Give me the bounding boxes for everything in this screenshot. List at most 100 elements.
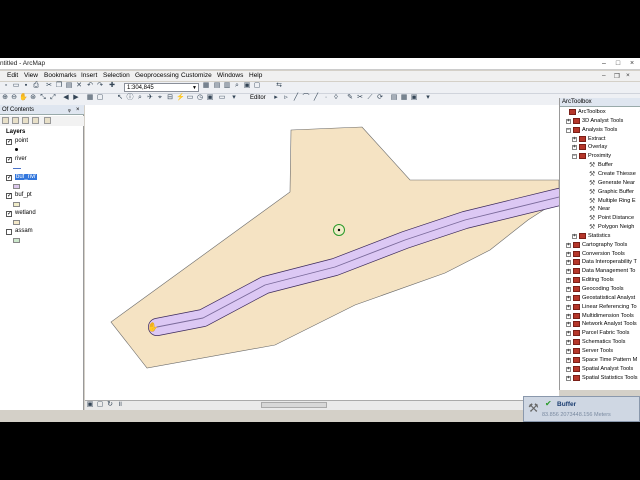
- catalog-icon[interactable]: ▥: [223, 82, 231, 90]
- pause-drawing-icon[interactable]: ॥: [116, 401, 124, 409]
- expand-icon[interactable]: +: [566, 357, 571, 363]
- layer-checkbox[interactable]: ✓: [6, 193, 12, 199]
- menu-selection[interactable]: Selection: [103, 72, 130, 79]
- list-by-drawing-order-icon[interactable]: [2, 117, 9, 124]
- map-canvas[interactable]: ✋: [85, 105, 559, 400]
- expand-icon[interactable]: +: [566, 340, 571, 346]
- expand-icon[interactable]: +: [572, 145, 577, 151]
- find-icon[interactable]: ⌕: [136, 94, 144, 102]
- list-by-source-icon[interactable]: [12, 117, 19, 124]
- expand-icon[interactable]: +: [572, 136, 577, 142]
- select-elements-icon[interactable]: ↖: [116, 94, 124, 102]
- full-extent-icon[interactable]: ⊛: [29, 94, 37, 102]
- menu-insert[interactable]: Insert: [81, 72, 97, 79]
- point-icon[interactable]: ·: [322, 94, 330, 102]
- arctoolbox-icon[interactable]: ▣: [243, 82, 251, 90]
- reshape-icon[interactable]: ✎: [346, 94, 354, 102]
- expand-icon[interactable]: +: [566, 322, 571, 328]
- layer-checkbox[interactable]: ✓: [6, 211, 12, 217]
- edit-annotation-icon[interactable]: ▹: [282, 94, 290, 102]
- print-icon[interactable]: ⎙: [32, 82, 40, 90]
- expand-icon[interactable]: +: [572, 233, 577, 239]
- redo-icon[interactable]: ↷: [96, 82, 104, 90]
- search-window-icon[interactable]: ⌕: [233, 82, 241, 90]
- trace-icon[interactable]: ╱: [312, 94, 320, 102]
- expand-icon[interactable]: +: [566, 278, 571, 284]
- open-icon[interactable]: ▭: [12, 82, 20, 90]
- end-point-arc-icon[interactable]: ⌒: [302, 94, 310, 102]
- maximize-icon[interactable]: □: [611, 58, 625, 69]
- rotate-icon[interactable]: ⟳: [376, 94, 384, 102]
- edit-tool-icon[interactable]: ▸: [272, 94, 280, 102]
- expand-icon[interactable]: +: [566, 366, 571, 372]
- close-icon[interactable]: ×: [625, 58, 639, 69]
- layer-name[interactable]: wetland: [15, 210, 36, 216]
- menu-windows[interactable]: Windows: [217, 72, 243, 79]
- map-tips-icon[interactable]: ▭: [218, 94, 226, 102]
- expand-icon[interactable]: +: [566, 242, 571, 248]
- delete-icon[interactable]: ✕: [75, 82, 83, 90]
- layer-name[interactable]: assam: [15, 228, 33, 234]
- expand-icon[interactable]: +: [566, 348, 571, 354]
- layer-name[interactable]: buf_rivr: [15, 174, 38, 180]
- find-route-icon[interactable]: ✈: [146, 94, 154, 102]
- cut-icon[interactable]: ✂: [45, 82, 53, 90]
- cut-polygons-icon[interactable]: ✂: [356, 94, 364, 102]
- create-viewer-icon[interactable]: ▣: [206, 94, 214, 102]
- menu-help[interactable]: Help: [249, 72, 262, 79]
- new-map-icon[interactable]: ▫: [2, 82, 10, 90]
- list-by-visibility-icon[interactable]: [22, 117, 29, 124]
- collapse-icon[interactable]: −: [572, 154, 577, 160]
- close-icon[interactable]: ×: [76, 105, 80, 115]
- hyperlink-icon[interactable]: ⚡: [176, 94, 185, 102]
- map-svg[interactable]: ✋: [85, 105, 559, 400]
- zoom-out-icon[interactable]: ⊖: [10, 94, 18, 102]
- back-extent-icon[interactable]: ◀: [62, 94, 70, 102]
- expand-icon[interactable]: +: [566, 251, 571, 257]
- select-features-icon[interactable]: ▦: [86, 94, 94, 102]
- table-of-contents-icon[interactable]: ▤: [213, 82, 221, 90]
- time-slider-icon[interactable]: ◷: [196, 94, 204, 102]
- html-popup-icon[interactable]: ▭: [186, 94, 194, 102]
- pan-icon[interactable]: ✋: [19, 94, 28, 102]
- layer-buf-rivr[interactable]: ✓ buf_rivr: [0, 173, 84, 191]
- list-by-selection-icon[interactable]: [32, 117, 39, 124]
- more-tools-icon[interactable]: ▾: [424, 94, 432, 102]
- expand-icon[interactable]: +: [566, 287, 571, 292]
- scale-combobox[interactable]: 1:304,845 ▼: [124, 83, 199, 92]
- expand-icon[interactable]: +: [566, 269, 571, 275]
- layout-view-icon[interactable]: ▢: [96, 401, 104, 409]
- menu-geoprocessing[interactable]: Geoprocessing: [135, 72, 179, 79]
- layer-checkbox[interactable]: [6, 229, 12, 235]
- menu-close-icon[interactable]: ×: [626, 72, 630, 79]
- layer-name[interactable]: buf_pt: [15, 192, 32, 198]
- data-frame-label[interactable]: Layers: [6, 129, 25, 135]
- menu-edit[interactable]: Edit: [7, 72, 18, 79]
- layer-name[interactable]: point: [15, 138, 28, 144]
- expand-icon[interactable]: +: [566, 295, 571, 301]
- clear-selection-icon[interactable]: ▢: [96, 94, 104, 102]
- buffer-notification[interactable]: ⚒ ✔ Buffer 83.856 2073448.156 Meters: [523, 396, 640, 422]
- menu-bookmarks[interactable]: Bookmarks: [44, 72, 77, 79]
- expand-icon[interactable]: +: [566, 313, 571, 319]
- forward-extent-icon[interactable]: ▶: [72, 94, 80, 102]
- menu-customize[interactable]: Customize: [181, 72, 212, 79]
- create-features-icon[interactable]: ▣: [410, 94, 418, 102]
- layer-wetland[interactable]: ✓ wetland: [0, 209, 84, 227]
- layer-checkbox[interactable]: ✓: [6, 175, 12, 181]
- layer-checkbox[interactable]: ✓: [6, 157, 12, 163]
- goto-xy-icon[interactable]: ⌖: [156, 94, 164, 102]
- zoom-in-icon[interactable]: ⊕: [1, 94, 9, 102]
- sketch-properties-icon[interactable]: ▦: [400, 94, 408, 102]
- layer-name[interactable]: river: [15, 156, 27, 162]
- expand-icon[interactable]: +: [566, 260, 571, 266]
- fixed-zoom-out-icon[interactable]: ⤢: [49, 94, 57, 102]
- save-icon[interactable]: ▪: [22, 82, 30, 90]
- python-icon[interactable]: ▢: [253, 82, 261, 90]
- attributes-icon[interactable]: ▤: [390, 94, 398, 102]
- editor-menu[interactable]: Editor: [250, 95, 266, 101]
- layer-river[interactable]: ✓ river: [0, 155, 84, 173]
- layer-checkbox[interactable]: ✓: [6, 139, 12, 145]
- horizontal-scrollbar[interactable]: [261, 402, 327, 408]
- split-icon[interactable]: ⟋: [366, 94, 374, 102]
